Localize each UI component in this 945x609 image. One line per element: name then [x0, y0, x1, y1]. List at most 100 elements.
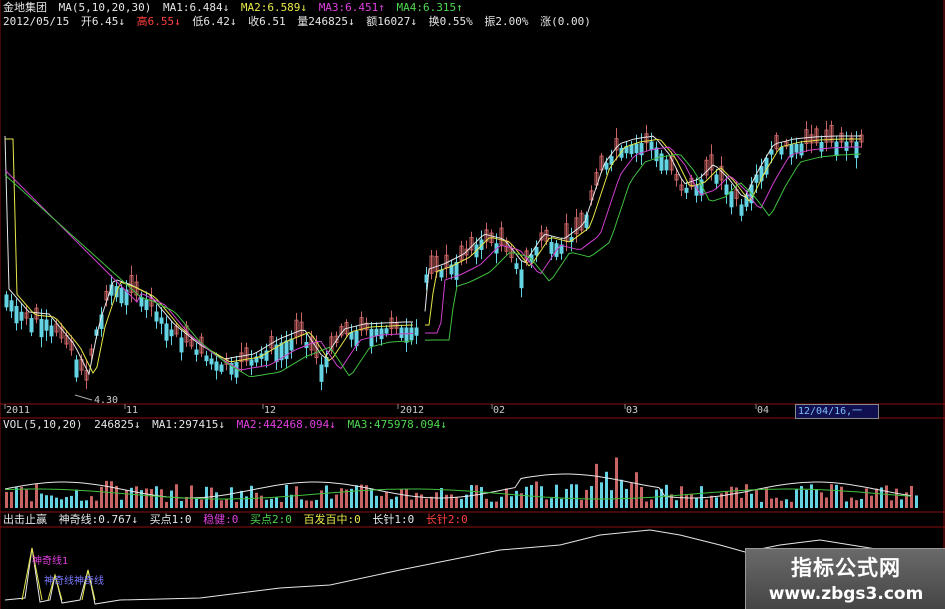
- shenqi-value: 神奇线:0.767↓: [58, 513, 138, 526]
- volume-bar: [310, 500, 313, 508]
- volume-bar: [335, 494, 338, 508]
- volume-bar: [180, 500, 183, 508]
- volume-bar: [725, 491, 728, 508]
- volume-bar: [535, 481, 538, 508]
- volume-bar: [790, 501, 793, 508]
- price-candle: [159, 317, 164, 324]
- price-candle: [44, 319, 49, 331]
- price-candle: [684, 187, 689, 193]
- volume-bar: [460, 498, 463, 508]
- volume-bar: [450, 494, 453, 508]
- volume-bar: [275, 497, 278, 508]
- volume-bar: [840, 486, 843, 508]
- volume-bar: [505, 488, 508, 508]
- price-candle: [399, 327, 404, 338]
- volume-bar: [615, 457, 618, 508]
- site-watermark: 指标公式网 www.zbgs3.com: [745, 548, 945, 609]
- volume-bar: [695, 497, 698, 508]
- volume-bar: [620, 479, 623, 508]
- volume-bar: [525, 486, 528, 508]
- volume-bar: [430, 496, 433, 508]
- volume-bar: [425, 498, 428, 508]
- volume-bar: [370, 488, 373, 508]
- close-value: 收6.51: [248, 15, 286, 28]
- volume-bar: [455, 497, 458, 508]
- price-candle: [634, 143, 639, 154]
- volume-bar: [545, 499, 548, 508]
- price-candle: [779, 147, 784, 155]
- volume-bar: [655, 489, 658, 508]
- change-value: 涨(0.00): [540, 15, 591, 28]
- volume-bar: [385, 491, 388, 508]
- volume-bar: [420, 494, 423, 508]
- wenjian-value: 稳健:0: [203, 513, 239, 526]
- volume-bar: [105, 480, 108, 508]
- volume-bar: [65, 497, 68, 508]
- indicator-header-row: 出击止赢 神奇线:0.767↓ 买点1:0 稳健:0 买点2:0 百发百中:0 …: [3, 513, 473, 527]
- price-candle: [534, 247, 539, 256]
- price-candle: [349, 332, 354, 340]
- price-candle: [219, 364, 224, 372]
- price-candle: [74, 359, 79, 378]
- price-candle: [794, 144, 799, 153]
- volume-bar: [875, 488, 878, 508]
- volume-bar: [830, 484, 833, 508]
- volume-bar: [120, 499, 123, 508]
- price-candle: [194, 349, 199, 355]
- volume-bar: [80, 500, 83, 508]
- volume-bar: [340, 488, 343, 508]
- volume-bar: [115, 485, 118, 508]
- volume-bar: [85, 500, 88, 508]
- volume-bar: [175, 484, 178, 508]
- price-candle: [834, 141, 839, 156]
- volume-bar: [635, 472, 638, 508]
- volume-bar: [365, 485, 368, 508]
- header-ma-row: 金地集团 MA(5,10,20,30) MA1:6.484↓ MA2:6.589…: [3, 1, 468, 15]
- indicator-overlay-label-1: 神奇线1: [32, 556, 69, 567]
- volume-bar: [390, 499, 393, 508]
- volume-bar: [865, 488, 868, 508]
- volume-bar: [445, 494, 448, 508]
- price-candle: [624, 146, 629, 154]
- price-candle: [139, 297, 144, 307]
- volume-bar: [785, 499, 788, 508]
- volume-bar: [685, 495, 688, 508]
- volume-bar: [770, 498, 773, 508]
- price-candle: [164, 323, 169, 341]
- volume-bar: [135, 486, 138, 508]
- price-candle: [384, 328, 389, 334]
- volume-bar: [755, 490, 758, 508]
- volume-bar: [710, 495, 713, 508]
- x-axis-label-2012: 2012: [400, 405, 425, 416]
- price-candle: [4, 294, 9, 308]
- volume-bar: [645, 501, 648, 508]
- open-value: 开6.45↓: [80, 15, 125, 28]
- volume-bar: [820, 492, 823, 508]
- volume-bar: [705, 499, 708, 508]
- volume-header-row: VOL(5,10,20) 246825↓ MA1:297415↓ MA2:442…: [3, 418, 452, 432]
- price-candle: [144, 299, 149, 311]
- ma1-line: [4, 135, 861, 376]
- volume-bar: [200, 499, 203, 508]
- volume-bar: [805, 489, 808, 508]
- volume-bar: [125, 490, 128, 508]
- price-candle: [374, 328, 379, 337]
- volume-bar: [30, 501, 33, 508]
- vol-params: VOL(5,10,20): [3, 418, 83, 431]
- volume-bar: [315, 499, 318, 508]
- volume-bar: [815, 489, 818, 508]
- price-candle: [9, 300, 14, 312]
- ma1-value: MA1:6.484↓: [162, 1, 230, 14]
- price-candle: [724, 184, 729, 195]
- x-axis-label-03: 03: [626, 405, 639, 416]
- price-candle: [39, 319, 44, 338]
- volume-bar: [730, 486, 733, 508]
- high-value: 高6.55↓: [136, 15, 181, 28]
- price-candle: [739, 204, 744, 216]
- volume-bar: [630, 483, 633, 508]
- volume-bar: [380, 495, 383, 508]
- x-axis-label-11: 11: [126, 405, 139, 416]
- header-ohlc-row: 2012/05/15 开6.45↓ 高6.55↓ 低6.42↓ 收6.51 量2…: [3, 15, 596, 29]
- volume-bar: [740, 497, 743, 508]
- volume-bar: [650, 499, 653, 508]
